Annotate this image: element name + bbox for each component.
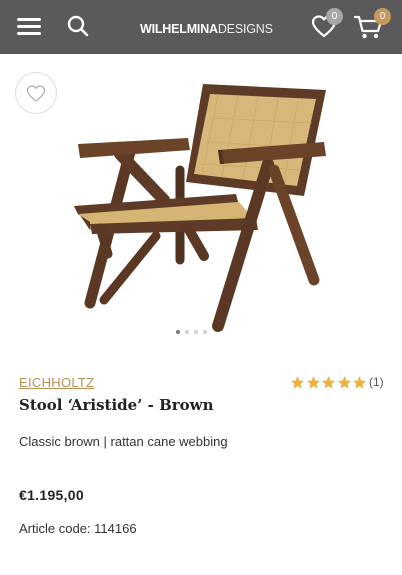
wishlist-count-badge: 0 [326, 8, 343, 25]
star-icon [306, 376, 320, 389]
logo-wordmark-bold: WILHELMINA [140, 22, 218, 36]
gallery-dot[interactable] [185, 330, 189, 334]
product-price: €1.195,00 [19, 487, 84, 503]
star-icon [322, 376, 335, 389]
product-image-chair [74, 84, 326, 332]
review-count[interactable]: (1) [369, 375, 384, 390]
search-icon[interactable] [66, 14, 90, 38]
star-icon [353, 376, 366, 389]
heart-outline-icon [26, 85, 46, 102]
cart-count-badge: 0 [374, 8, 391, 25]
article-code: Article code: 114166 [19, 521, 137, 537]
article-code-value: 114166 [94, 521, 137, 536]
article-code-label: Article code: [19, 521, 91, 536]
star-icon [291, 376, 304, 389]
product-title: Stool ‘Aristide’ - Brown [19, 396, 214, 414]
gallery-dot[interactable] [203, 330, 207, 334]
star-icon [337, 376, 351, 389]
brand-link[interactable]: EICHHOLTZ [19, 375, 94, 391]
logo-wordmark-light: DESIGNS [217, 22, 273, 36]
product-description: Classic brown | rattan cane webbing [19, 434, 228, 449]
add-to-wishlist-button[interactable] [15, 72, 57, 114]
gallery-dot[interactable] [194, 330, 198, 334]
top-navigation-bar: WILHELMINADESIGNS 0 0 [0, 0, 402, 54]
hamburger-icon[interactable] [17, 16, 41, 38]
gallery-dot[interactable] [176, 330, 180, 334]
site-logo[interactable]: WILHELMINADESIGNS [140, 21, 273, 37]
